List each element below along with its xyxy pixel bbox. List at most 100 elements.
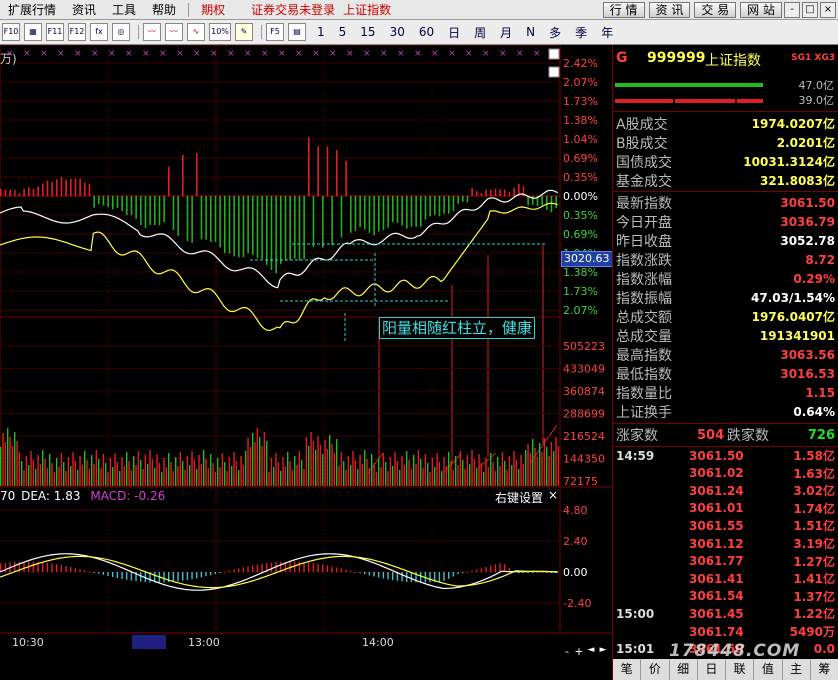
f11-icon[interactable]: F11	[46, 23, 64, 41]
breadth-bar	[550, 196, 553, 213]
multi-line-icon[interactable]: 〰	[165, 23, 183, 41]
bar-chart-icon[interactable]: ▤	[288, 23, 306, 41]
breadth-bar	[228, 196, 231, 254]
macd-bar	[401, 572, 403, 582]
panel-tab[interactable]: 筹	[811, 659, 838, 680]
menu-extended-quotes[interactable]: 扩展行情	[0, 1, 64, 19]
panel-tab[interactable]: 笔	[613, 659, 642, 680]
macd-bar	[317, 563, 319, 572]
nav-news-button[interactable]: 资 讯	[648, 1, 691, 18]
tick-row: 3061.01 1.74亿	[613, 500, 838, 517]
period-quarter[interactable]: 季	[575, 24, 587, 41]
minimize-button[interactable]: -	[784, 1, 800, 18]
volume-bar	[331, 444, 333, 486]
indicator-icon[interactable]: ∿	[187, 23, 205, 41]
sell-volume-value: 39.0亿	[798, 94, 835, 107]
breadth-bar	[452, 196, 455, 212]
macd-bar	[0, 563, 2, 572]
close-button[interactable]: ×	[820, 1, 836, 18]
target-icon[interactable]: ◎	[112, 23, 130, 41]
quote-row-value: 3016.53	[780, 366, 835, 381]
quote-row-label: 上证换手	[616, 404, 672, 421]
panel-tab[interactable]: 值	[754, 659, 783, 680]
macd-close-icon[interactable]: ×	[548, 488, 558, 502]
nav-trade-button[interactable]: 交 易	[694, 1, 737, 18]
period-month[interactable]: 月	[500, 24, 512, 41]
period-15min[interactable]: 15	[360, 25, 375, 39]
panel-tab[interactable]: 日	[698, 659, 726, 680]
period-30min[interactable]: 30	[390, 25, 405, 39]
breadth-bar	[130, 196, 133, 215]
breadth-bar	[448, 196, 450, 214]
volume-bar	[371, 454, 373, 486]
macd-bar	[252, 565, 254, 572]
zoom-out-button[interactable]: -	[561, 645, 573, 658]
macd-bar	[462, 572, 464, 574]
volume-bar	[210, 454, 212, 486]
panel-tab[interactable]: 价	[641, 659, 670, 680]
nav-website-button[interactable]: 网 站	[740, 1, 782, 18]
volume-bar	[72, 452, 74, 486]
toolbar: F10 ▦ F11 F12 fx ◎ 〰 〰 ∿ 10% ✎ F5 ▤ 1 5 …	[0, 20, 838, 45]
volume-bar	[9, 437, 11, 486]
f10-icon[interactable]: F10	[2, 23, 20, 41]
volume-bar	[406, 451, 408, 486]
menu-news[interactable]: 资讯	[64, 1, 104, 19]
menu-help[interactable]: 帮助	[144, 1, 184, 19]
panel-tab[interactable]: 主	[783, 659, 811, 680]
period-day[interactable]: 日	[448, 24, 460, 41]
nav-quotes-button[interactable]: 行 情	[602, 1, 645, 18]
period-60min[interactable]: 60	[419, 25, 434, 39]
period-1min[interactable]: 1	[317, 25, 325, 39]
macd-bar	[56, 564, 58, 572]
zoom-in-button[interactable]: +	[573, 645, 585, 658]
line-chart-icon[interactable]: 〰	[143, 23, 161, 41]
scroll-down-button[interactable]	[548, 66, 560, 78]
volume-bar	[508, 456, 511, 486]
f5-icon[interactable]: F5	[266, 23, 284, 41]
grid-icon[interactable]: ▦	[24, 23, 42, 41]
scroll-left-button[interactable]: ◄	[585, 645, 597, 658]
macd-bar	[121, 572, 123, 579]
period-week[interactable]: 周	[474, 24, 486, 41]
macd-bar	[102, 572, 105, 575]
panel-tab[interactable]: 联	[726, 659, 755, 680]
f12-icon[interactable]: F12	[68, 23, 86, 41]
menu-options[interactable]: 期权	[193, 1, 233, 19]
ten-percent-icon[interactable]: 10%	[209, 23, 231, 41]
intraday-chart[interactable]: ××××××××××××××××××××××××××××××××× 2.42%2…	[0, 45, 613, 680]
annotation-text: 阳量相随红柱立，健康	[379, 317, 536, 339]
period-multi[interactable]: 多	[549, 24, 561, 41]
macd-bar	[60, 565, 63, 572]
volume-bar	[0, 447, 2, 486]
volume-bar	[543, 438, 546, 486]
period-n[interactable]: N	[526, 25, 535, 39]
chart-canvas[interactable]: ××××××××××××××××××××××××××××××××× 2.42%2…	[0, 45, 612, 680]
scroll-right-button[interactable]: ►	[597, 645, 609, 658]
maximize-button[interactable]: □	[802, 1, 818, 18]
breadth-bar	[191, 196, 193, 243]
volume-bar	[527, 444, 529, 486]
period-year[interactable]: 年	[601, 24, 613, 41]
breadth-bar	[396, 196, 399, 223]
tick-price: 3061.24	[689, 483, 744, 498]
macd-bar	[364, 572, 366, 575]
breadth-bar	[214, 196, 217, 242]
volume-bar	[504, 461, 506, 486]
macd-settings-label[interactable]: 右键设置	[495, 489, 543, 506]
pencil-icon[interactable]: ✎	[235, 23, 253, 41]
volume-bar	[235, 461, 238, 486]
formula-icon[interactable]: fx	[90, 23, 108, 41]
menu-tools[interactable]: 工具	[104, 1, 144, 19]
volume-bar	[193, 460, 196, 486]
volume-bar	[459, 451, 462, 486]
volume-bar	[186, 456, 189, 486]
panel-tab[interactable]: 细	[670, 659, 698, 680]
up-count-label: 涨家数	[616, 428, 658, 444]
volume-bar	[81, 465, 84, 486]
volume-axis: 505223 433049 360874 288699 216524 144350 7217…	[563, 340, 605, 488]
scroll-up-button[interactable]	[548, 48, 560, 60]
macd-bar	[140, 572, 142, 582]
period-5min[interactable]: 5	[339, 25, 347, 39]
breadth-bar	[261, 196, 263, 260]
